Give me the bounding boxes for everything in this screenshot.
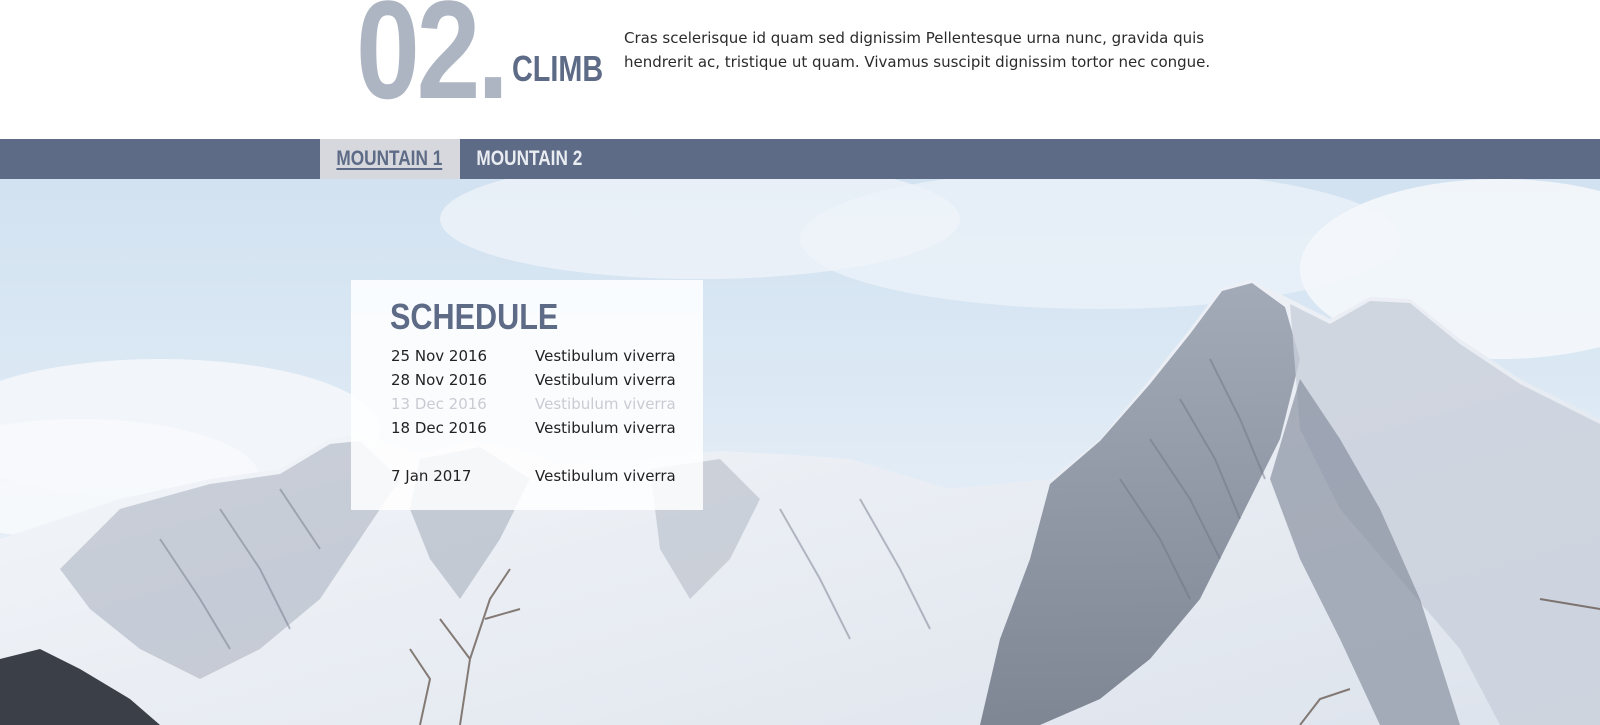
- schedule-date: 28 Nov 2016: [391, 371, 488, 389]
- schedule-row: 13 Dec 2016 Vestibulum viverra: [391, 392, 681, 416]
- mountain-illustration: [0, 179, 1600, 725]
- schedule-event: Vestibulum viverra: [535, 347, 676, 365]
- schedule-event: Vestibulum viverra: [535, 371, 676, 389]
- tab-mountain-2[interactable]: MOUNTAIN 2: [460, 139, 600, 179]
- schedule-row: 7 Jan 2017 Vestibulum viverra: [391, 464, 681, 488]
- schedule-row: 25 Nov 2016 Vestibulum viverra: [391, 344, 681, 368]
- schedule-event: Vestibulum viverra: [535, 467, 676, 485]
- schedule-title: SCHEDULE: [390, 296, 559, 337]
- mountain-tab-bar: MOUNTAIN 1 MOUNTAIN 2: [0, 139, 1600, 179]
- section-description: Cras scelerisque id quam sed dignissim P…: [624, 29, 1211, 71]
- schedule-date: 13 Dec 2016: [391, 395, 487, 413]
- schedule-row: 18 Dec 2016 Vestibulum viverra: [391, 416, 681, 440]
- mountain-hero-image: SCHEDULE 25 Nov 2016 Vestibulum viverra …: [0, 179, 1600, 725]
- section-title: CLIMB: [512, 48, 604, 89]
- schedule-event: Vestibulum viverra: [535, 419, 676, 437]
- tab-mountain-2-label: MOUNTAIN 2: [476, 147, 583, 170]
- section-number: 02.: [356, 0, 509, 128]
- section-header: 02. CLIMB Cras scelerisque id quam sed d…: [0, 0, 1600, 139]
- schedule-date: 25 Nov 2016: [391, 347, 488, 365]
- schedule-date: 18 Dec 2016: [391, 419, 487, 437]
- schedule-row: 28 Nov 2016 Vestibulum viverra: [391, 368, 681, 392]
- tab-mountain-1-label: MOUNTAIN 1: [336, 147, 443, 170]
- tab-mountain-1[interactable]: MOUNTAIN 1: [320, 139, 460, 179]
- schedule-card: SCHEDULE 25 Nov 2016 Vestibulum viverra …: [351, 280, 703, 510]
- schedule-date: 7 Jan 2017: [391, 467, 472, 485]
- schedule-event: Vestibulum viverra: [535, 395, 676, 413]
